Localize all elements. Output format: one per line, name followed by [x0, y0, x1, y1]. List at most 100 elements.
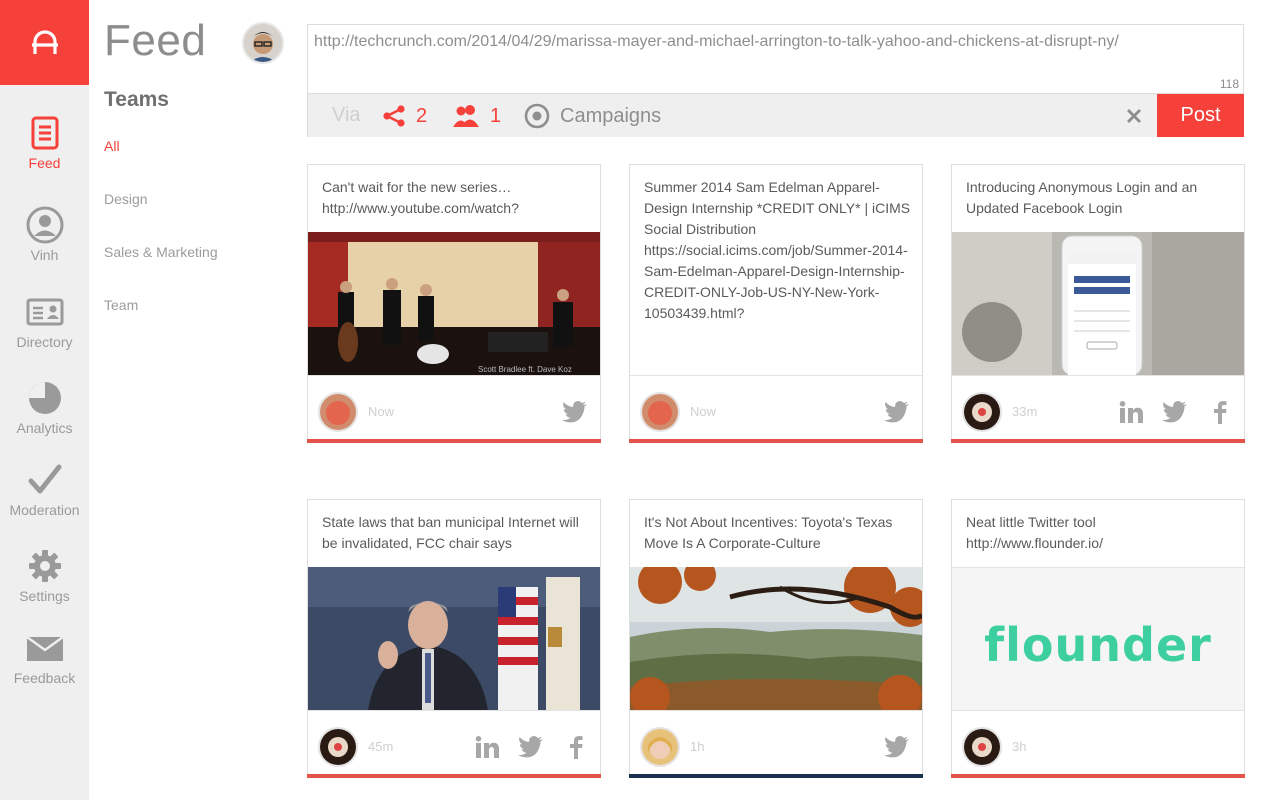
post-time: Now [368, 404, 395, 419]
card-image-autumn-valley[interactable] [630, 567, 922, 710]
post-time: 33m [1012, 404, 1038, 419]
twitter-icon[interactable] [883, 398, 911, 426]
twitter-icon[interactable] [1161, 398, 1189, 426]
post-button[interactable]: Post [1157, 94, 1244, 137]
audience-count: 1 [490, 104, 502, 127]
campaigns-label: Campaigns [560, 104, 662, 127]
team-filter-design[interactable]: Design [104, 191, 148, 207]
team-filter-sales-marketing[interactable]: Sales & Marketing [104, 244, 218, 260]
sidebar: Feed Vinh Directory Analytics Moderation… [0, 0, 89, 800]
sidebar-item-vinh[interactable]: Vinh [0, 205, 89, 263]
card-footer: 45m [308, 710, 600, 774]
author-avatar[interactable] [962, 392, 1002, 432]
sidebar-item-label: Directory [16, 334, 73, 350]
composer-toolbar: Via 2 1 Campaigns Post [308, 93, 1244, 137]
card-footer: 33m [952, 375, 1244, 439]
envelope-icon [25, 628, 65, 668]
card-image-flounder-logo[interactable]: flounder [952, 567, 1244, 710]
pie-chart-icon [25, 378, 65, 418]
facebook-icon[interactable] [1206, 398, 1234, 426]
card-caption: State laws that ban municipal Internet w… [322, 514, 579, 551]
campaigns-button[interactable]: Campaigns [524, 102, 661, 130]
character-count: 118 [1219, 77, 1239, 91]
feed-card[interactable]: State laws that ban municipal Internet w… [307, 499, 601, 778]
audience-button[interactable]: 1 [452, 102, 501, 130]
sidebar-item-label: Feed [28, 155, 61, 171]
author-avatar[interactable] [318, 727, 358, 767]
clear-post-button[interactable] [1120, 102, 1148, 130]
card-caption: It's Not About Incentives: Toyota's Texa… [644, 514, 893, 551]
share-count: 2 [416, 104, 428, 127]
sidebar-item-feed[interactable]: Feed [0, 113, 89, 171]
facebook-icon[interactable] [562, 733, 590, 761]
post-time: 1h [690, 739, 705, 754]
post-text-input[interactable]: http://techcrunch.com/2014/04/29/marissa… [314, 33, 1214, 51]
team-filter-team[interactable]: Team [104, 297, 138, 313]
card-caption: Can't wait for the new series…http://www… [322, 179, 519, 216]
card-image-jazz-band[interactable]: Scott Bradlee ft. Dave Koz [308, 232, 600, 375]
linkedin-icon[interactable] [473, 733, 501, 761]
card-accent-line [307, 439, 601, 443]
sidebar-item-feedback[interactable]: Feedback [0, 628, 89, 686]
card-accent-line [307, 774, 601, 778]
feed-card[interactable]: Introducing Anonymous Login and an Updat… [951, 164, 1245, 443]
sidebar-item-label: Vinh [30, 247, 59, 263]
feed-icon [25, 113, 65, 153]
sidebar-item-directory[interactable]: Directory [0, 292, 89, 350]
card-footer: 1h [630, 710, 922, 774]
feed-card[interactable]: Neat little Twitter tool http://www.flou… [951, 499, 1245, 778]
via-label: Via [332, 104, 361, 126]
share-icon [383, 105, 405, 127]
card-image-fcc-chair[interactable] [308, 567, 600, 710]
post-time: Now [690, 404, 717, 419]
share-networks-button[interactable]: 2 [382, 102, 427, 130]
feed-card[interactable]: It's Not About Incentives: Toyota's Texa… [629, 499, 923, 778]
flounder-logo: flounder [984, 618, 1212, 672]
card-footer: Now [630, 375, 922, 439]
twitter-icon[interactable] [517, 733, 545, 761]
sidebar-item-analytics[interactable]: Analytics [0, 378, 89, 436]
post-time: 45m [368, 739, 394, 754]
checkmark-icon [25, 460, 65, 500]
feed-card[interactable]: Summer 2014 Sam Edelman Apparel-Design I… [629, 164, 923, 443]
sidebar-item-settings[interactable]: Settings [0, 546, 89, 604]
teams-heading: Teams [104, 88, 169, 111]
current-user-avatar[interactable] [242, 22, 284, 64]
card-caption: Summer 2014 Sam Edelman Apparel-Design I… [644, 179, 911, 321]
author-avatar[interactable] [640, 392, 680, 432]
page-title: Feed [104, 16, 207, 65]
svg-text:Scott Bradlee ft. Dave Koz: Scott Bradlee ft. Dave Koz [478, 365, 572, 374]
target-icon [524, 103, 550, 129]
card-accent-line [951, 774, 1245, 778]
card-caption: Introducing Anonymous Login and an Updat… [966, 179, 1198, 216]
sidebar-item-label: Moderation [9, 502, 80, 518]
post-composer: http://techcrunch.com/2014/04/29/marissa… [307, 24, 1244, 137]
directory-icon [25, 292, 65, 332]
sidebar-item-moderation[interactable]: Moderation [0, 460, 89, 518]
people-icon [453, 105, 479, 127]
post-time: 3h [1012, 739, 1027, 754]
app-logo[interactable] [0, 0, 89, 85]
feed-card[interactable]: Can't wait for the new series…http://www… [307, 164, 601, 443]
card-accent-line [951, 439, 1245, 443]
card-footer: Now [308, 375, 600, 439]
sidebar-item-label: Settings [19, 588, 70, 604]
author-avatar[interactable] [640, 727, 680, 767]
sidebar-item-label: Feedback [13, 670, 76, 686]
user-icon [25, 205, 65, 245]
app-logo-icon [31, 29, 58, 54]
team-filter-all[interactable]: All [104, 138, 120, 154]
card-image-phone-login[interactable] [952, 232, 1244, 375]
linkedin-icon[interactable] [1117, 398, 1145, 426]
author-avatar[interactable] [318, 392, 358, 432]
card-caption: Neat little Twitter tool http://www.flou… [966, 514, 1103, 551]
close-icon [1127, 109, 1141, 123]
author-avatar[interactable] [962, 727, 1002, 767]
gear-icon [25, 546, 65, 586]
sidebar-item-label: Analytics [16, 420, 73, 436]
card-accent-line [629, 439, 923, 443]
card-footer: 3h [952, 710, 1244, 774]
card-accent-line [629, 774, 923, 778]
twitter-icon[interactable] [561, 398, 589, 426]
twitter-icon[interactable] [883, 733, 911, 761]
